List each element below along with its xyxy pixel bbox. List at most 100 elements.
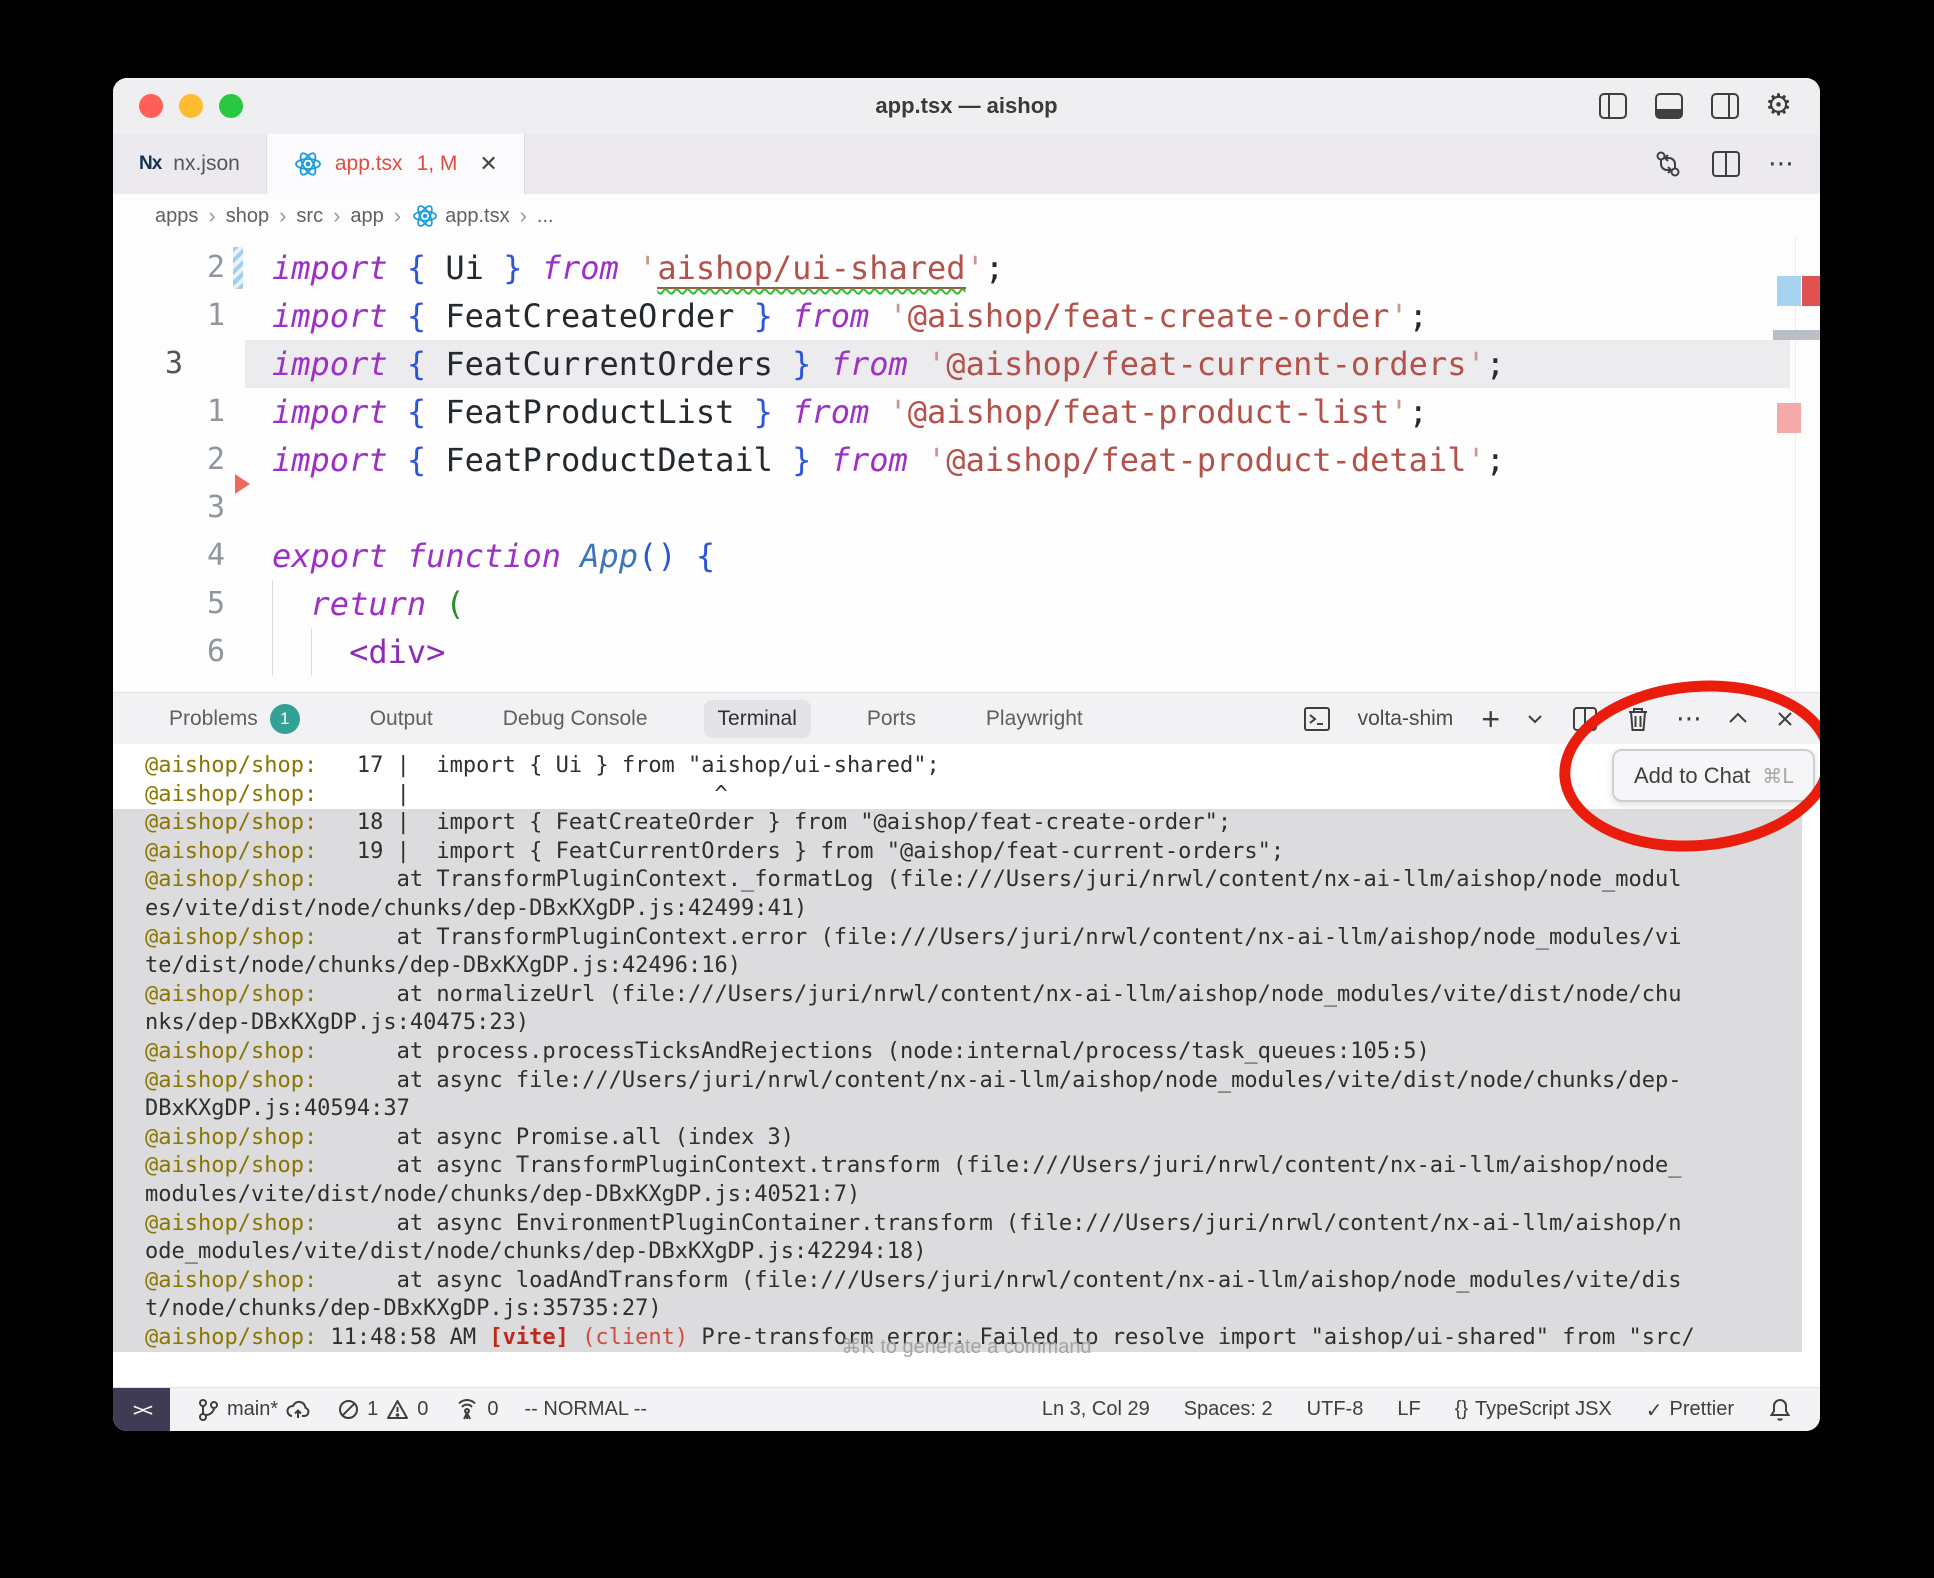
terminal-line: @aishop/shop: 19 | import { FeatCurrentO… — [113, 838, 1802, 867]
terminal-line: @aishop/shop: | ^ — [113, 781, 1820, 810]
panel-header: Problems1 Output Debug Console Terminal Port… — [113, 692, 1820, 744]
panel-tab-playwright[interactable]: Playwright — [972, 700, 1097, 738]
panel-tab-output[interactable]: Output — [356, 700, 447, 738]
eol-status[interactable]: LF — [1397, 1398, 1420, 1421]
formatter-status[interactable]: ✓Prettier — [1646, 1398, 1734, 1422]
close-panel-icon[interactable] — [1774, 708, 1796, 730]
notifications-bell[interactable] — [1768, 1397, 1792, 1423]
line-number: 5 — [113, 580, 225, 628]
indent-guide — [272, 580, 273, 628]
errors-icon — [337, 1398, 360, 1421]
tab-app-tsx[interactable]: app.tsx 1, M ✕ — [267, 134, 525, 194]
terminal-line: @aishop/shop: at async file:///Users/jur… — [113, 1067, 1802, 1096]
git-branch-icon — [196, 1397, 220, 1423]
split-terminal-icon[interactable] — [1570, 704, 1600, 734]
indent-guide — [311, 628, 312, 676]
tab-modified-badge: 1, M — [417, 152, 458, 176]
breadcrumb-item-[interactable]: ... — [537, 205, 554, 228]
gutter-arrow-icon — [235, 474, 250, 494]
maximize-panel-chevron-icon[interactable] — [1726, 708, 1750, 730]
indentation-status[interactable]: Spaces: 2 — [1184, 1398, 1273, 1421]
line-number: 3 — [113, 340, 225, 388]
terminal-line: nks/dep-DBxKXgDP.js:40475:23) — [113, 1009, 1802, 1038]
warnings-icon — [385, 1398, 410, 1421]
panel-tab-problems[interactable]: Problems1 — [155, 697, 314, 741]
more-actions-icon[interactable]: ⋯ — [1768, 149, 1794, 179]
remote-indicator[interactable]: >< — [113, 1388, 170, 1431]
gutter-modified-icon — [233, 247, 243, 289]
terminal-line: @aishop/shop: at process.processTicksAnd… — [113, 1038, 1802, 1067]
add-to-chat-tooltip[interactable]: Add to Chat ⌘L — [1612, 749, 1815, 802]
line-number: 4 — [113, 532, 225, 580]
problems-status[interactable]: 1 0 — [337, 1398, 428, 1421]
vscode-window: app.tsx — aishop ⚙ Nx nx.json app.tsx 1,… — [113, 78, 1820, 1431]
toggle-sidebar-icon[interactable] — [1597, 91, 1629, 121]
breadcrumb-item-apptsx[interactable]: app.tsx — [411, 203, 509, 229]
nx-icon: Nx — [139, 153, 161, 175]
terminal-line: @aishop/shop: at async loadAndTransform … — [113, 1267, 1802, 1296]
breadcrumb-item-shop[interactable]: shop — [226, 205, 269, 228]
code-line: 2import { Ui } from 'aishop/ui-shared'; — [113, 244, 1820, 292]
settings-gear-icon[interactable]: ⚙ — [1765, 91, 1792, 121]
kill-terminal-trash-icon[interactable] — [1624, 704, 1652, 734]
panel-tab-debug-console[interactable]: Debug Console — [489, 700, 662, 738]
terminal-more-actions-icon[interactable]: ⋯ — [1676, 704, 1702, 734]
problems-count-badge: 1 — [270, 704, 300, 734]
terminal-line: es/vite/dist/node/chunks/dep-DBxKXgDP.js… — [113, 895, 1802, 924]
language-mode-status[interactable]: {}TypeScript JSX — [1455, 1398, 1612, 1421]
cursor-position-status[interactable]: Ln 3, Col 29 — [1042, 1398, 1150, 1421]
close-tab-icon[interactable]: ✕ — [479, 152, 497, 177]
line-number: 6 — [113, 628, 225, 676]
encoding-status[interactable]: UTF-8 — [1307, 1398, 1364, 1421]
terminal-line: ode_modules/vite/dist/node/chunks/dep-DB… — [113, 1238, 1802, 1267]
line-number: 2 — [113, 436, 225, 484]
breadcrumb-item-app[interactable]: app — [350, 205, 383, 228]
breadcrumb-item-apps[interactable]: apps — [155, 205, 198, 228]
tab-label: nx.json — [173, 152, 240, 176]
breadcrumb-separator: › — [520, 203, 527, 229]
react-icon — [293, 150, 323, 178]
bell-icon — [1768, 1397, 1792, 1423]
terminal-line: @aishop/shop: at async TransformPluginCo… — [113, 1152, 1802, 1181]
panel-tab-terminal[interactable]: Terminal — [704, 700, 811, 738]
line-number: 2 — [113, 244, 225, 292]
add-to-chat-label: Add to Chat — [1634, 763, 1750, 789]
terminal-output[interactable]: @aishop/shop: 17 | import { Ui } from "a… — [113, 744, 1820, 1387]
git-branch-status[interactable]: main* — [196, 1397, 311, 1423]
terminal-line: @aishop/shop: 18 | import { FeatCreateOr… — [113, 809, 1802, 838]
new-terminal-icon[interactable]: + — [1481, 703, 1500, 735]
braces-icon: {} — [1455, 1398, 1468, 1421]
code-line: 5 return ( — [113, 580, 1820, 628]
breadcrumb-separator: › — [394, 203, 401, 229]
check-icon: ✓ — [1646, 1398, 1663, 1422]
terminal-line: @aishop/shop: at normalizeUrl (file:///U… — [113, 981, 1802, 1010]
terminal-line: modules/vite/dist/node/chunks/dep-DBxKXg… — [113, 1181, 1802, 1210]
line-number: 3 — [113, 484, 225, 532]
open-changes-icon[interactable] — [1652, 148, 1684, 180]
code-editor[interactable]: 2import { Ui } from 'aishop/ui-shared';1… — [113, 238, 1820, 692]
breadcrumb-item-src[interactable]: src — [296, 205, 323, 228]
terminal-ai-hint: ⌘K to generate a command — [113, 1334, 1820, 1359]
vim-mode-indicator[interactable]: -- NORMAL -- — [525, 1398, 648, 1421]
tab-nx-json[interactable]: Nx nx.json — [113, 134, 267, 194]
toggle-secondary-sidebar-icon[interactable] — [1709, 91, 1741, 121]
terminal-session-name[interactable]: volta-shim — [1358, 707, 1454, 731]
code-line: 6 <div> — [113, 628, 1820, 676]
tab-label: app.tsx — [335, 152, 403, 176]
title-bar: app.tsx — aishop ⚙ — [113, 78, 1820, 134]
breadcrumb-separator: › — [208, 203, 215, 229]
forwarded-ports-status[interactable]: 0 — [454, 1398, 498, 1422]
panel-tab-ports[interactable]: Ports — [853, 700, 930, 738]
terminal-icon — [1302, 704, 1332, 734]
terminal-dropdown-chevron-icon[interactable] — [1524, 708, 1546, 730]
split-editor-icon[interactable] — [1710, 149, 1742, 179]
terminal-line: @aishop/shop: at async Promise.all (inde… — [113, 1124, 1802, 1153]
sync-cloud-icon — [285, 1398, 311, 1422]
terminal-line: t/node/chunks/dep-DBxKXgDP.js:35735:27) — [113, 1295, 1802, 1324]
code-line: 4export function App() { — [113, 532, 1820, 580]
remote-icon: >< — [133, 1399, 150, 1421]
terminal-line: te/dist/node/chunks/dep-DBxKXgDP.js:4249… — [113, 952, 1802, 981]
toggle-panel-icon[interactable] — [1653, 91, 1685, 121]
line-number: 1 — [113, 292, 225, 340]
terminal-line: @aishop/shop: at TransformPluginContext.… — [113, 924, 1802, 953]
